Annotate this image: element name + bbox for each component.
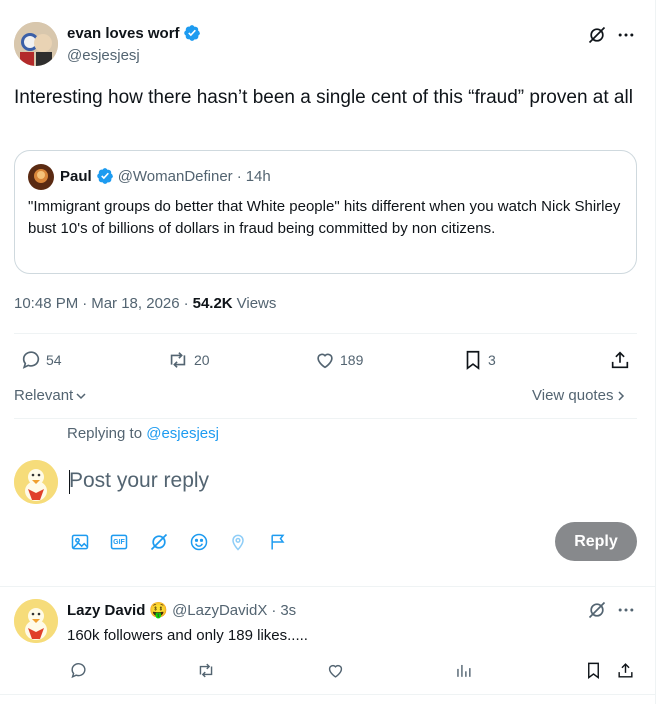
grok-icon[interactable] [586, 24, 608, 46]
quote-text: "Immigrant groups do better that White p… [28, 198, 621, 237]
replying-to-prefix: Replying to [67, 425, 143, 442]
image-icon[interactable] [69, 531, 91, 553]
tweet-date[interactable]: Mar 18, 2026 [91, 295, 179, 312]
post-detail-page: evan loves worf @esjesjesj Interesting h… [0, 0, 656, 704]
chevron-right-icon [618, 390, 625, 401]
reply-author-avatar[interactable] [14, 599, 58, 643]
bookmark-count: 3 [488, 352, 496, 368]
poll-flag-icon[interactable] [267, 531, 289, 553]
tweet-text: Interesting how there hasn’t been a sing… [14, 87, 633, 108]
divider [14, 418, 637, 419]
quote-author-handle: @WomanDefiner [117, 167, 233, 185]
divider [0, 694, 656, 695]
tweet-time[interactable]: 10:48 PM [14, 295, 78, 312]
reply-separator: · [271, 601, 277, 619]
like-action[interactable]: 189 [314, 349, 363, 371]
reply-count: 54 [46, 352, 62, 368]
location-icon[interactable] [227, 531, 249, 553]
divider [14, 333, 637, 334]
meta-separator: · [183, 295, 189, 312]
chevron-down-icon [76, 392, 86, 399]
quote-age: 14h [245, 167, 271, 185]
reply-author-emoji: 🤑 [149, 602, 169, 619]
gif-label: GIF [113, 538, 125, 546]
more-icon[interactable] [614, 599, 638, 621]
author-name[interactable]: evan loves worf [67, 25, 180, 42]
repost-count: 20 [194, 352, 210, 368]
view-quotes-link[interactable]: View quotes [532, 387, 626, 404]
verified-badge-icon [183, 24, 201, 42]
share-icon[interactable] [614, 660, 636, 680]
author-handle[interactable]: @esjesjesj [67, 47, 140, 64]
views-count: 54.2K [192, 295, 233, 312]
grok-icon[interactable] [148, 531, 170, 553]
grok-icon[interactable] [586, 599, 608, 621]
repost-action[interactable]: 20 [166, 349, 210, 371]
like-icon [317, 353, 333, 369]
reply-header: Lazy David 🤑 @LazyDavidX · 3s [67, 601, 296, 620]
reply-text: 160k followers and only 189 likes..... [67, 627, 308, 644]
author-name-row: evan loves worf [67, 24, 201, 42]
views-icon[interactable] [452, 660, 474, 680]
replying-to-handle[interactable]: @esjesjesj [146, 425, 219, 442]
reply-input[interactable] [69, 464, 609, 498]
sort-dropdown[interactable]: Relevant [14, 387, 87, 404]
sort-label: Relevant [14, 387, 74, 404]
like-icon[interactable] [324, 660, 346, 680]
reply-icon[interactable] [67, 660, 89, 680]
meta-separator: · [82, 295, 88, 312]
like-count: 189 [340, 352, 364, 368]
quote-header: Paul @WomanDefiner · 14h [60, 167, 271, 185]
quote-author-avatar [28, 164, 54, 190]
bookmark-icon[interactable] [582, 660, 604, 680]
author-avatar[interactable] [14, 22, 58, 66]
share-icon[interactable] [608, 349, 632, 371]
quote-author-name: Paul [60, 167, 92, 185]
user-avatar[interactable] [14, 460, 58, 504]
tweet-meta: 10:48 PM · Mar 18, 2026 · 54.2K Views [14, 295, 276, 312]
repost-icon [170, 352, 186, 368]
divider [0, 586, 656, 587]
verified-badge-icon [96, 167, 114, 185]
bookmark-icon [466, 350, 480, 370]
quoted-tweet-card[interactable]: Paul @WomanDefiner · 14h "Immigrant grou… [14, 150, 637, 274]
reply-author-handle[interactable]: @LazyDavidX [172, 602, 267, 619]
views-label: Views [236, 295, 277, 312]
reply-age[interactable]: 3s [280, 602, 296, 619]
bookmark-action[interactable]: 3 [462, 349, 496, 371]
reply-button[interactable]: Reply [555, 522, 637, 561]
reply-action[interactable]: 54 [20, 349, 62, 371]
more-icon[interactable] [614, 24, 638, 46]
quote-separator: · [236, 167, 242, 185]
reply-icon [22, 351, 40, 369]
emoji-icon[interactable] [188, 531, 210, 553]
reply-author-name[interactable]: Lazy David [67, 602, 145, 619]
repost-icon[interactable] [195, 660, 217, 680]
gif-icon[interactable]: GIF [108, 531, 130, 553]
view-quotes-label: View quotes [532, 387, 614, 404]
replying-to: Replying to @esjesjesj [67, 425, 219, 442]
